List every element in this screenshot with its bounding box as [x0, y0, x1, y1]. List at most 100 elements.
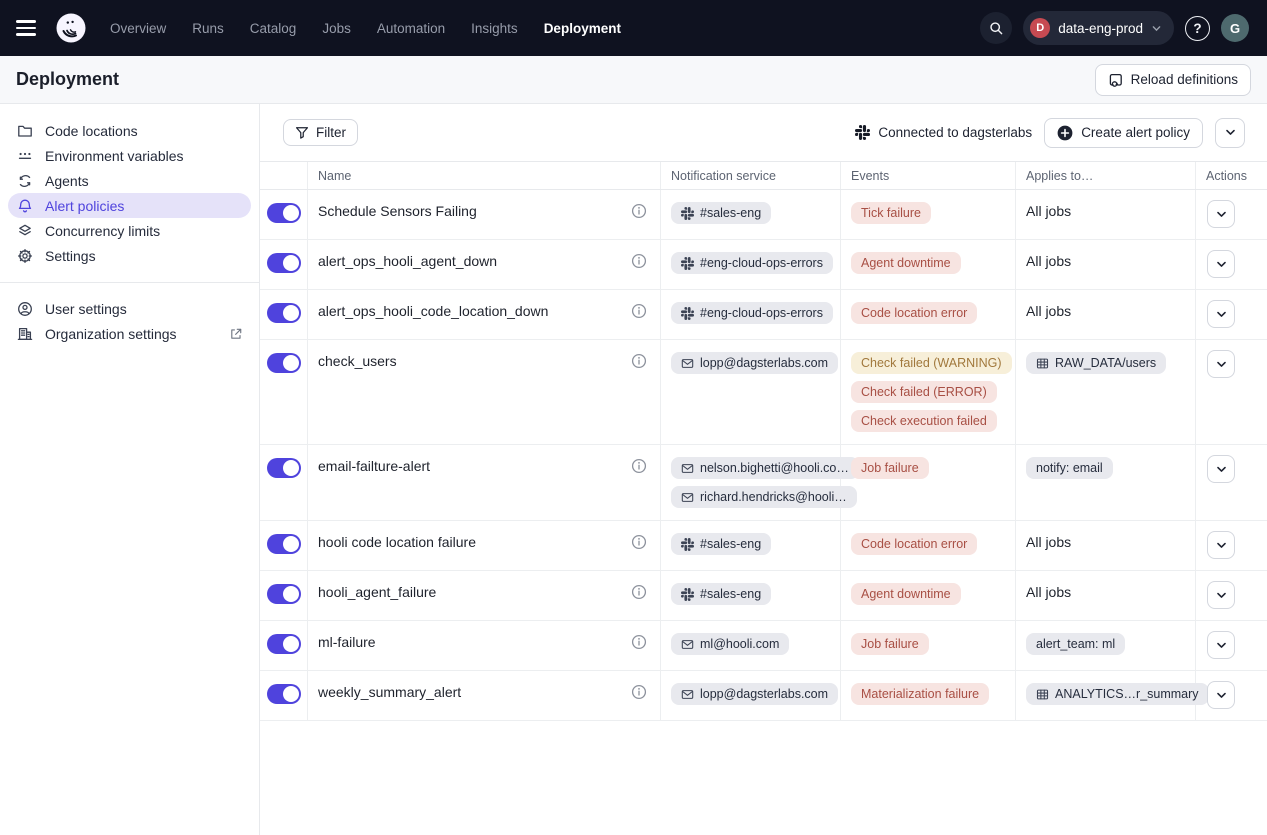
sidebar-item-organization-settings[interactable]: Organization settings [0, 321, 259, 346]
event-badge: Check execution failed [851, 410, 997, 432]
deployment-name: data-eng-prod [1058, 21, 1143, 36]
event-badge: Agent downtime [851, 252, 961, 274]
table-body: Schedule Sensors Failing#sales-engTick f… [260, 190, 1267, 721]
toggle-cell [260, 571, 308, 620]
sidebar-item-user-settings[interactable]: User settings [0, 296, 259, 321]
row-actions-button[interactable] [1207, 300, 1235, 328]
email-pill: nelson.bighetti@hooli.co… [671, 457, 859, 479]
alert-enabled-toggle[interactable] [267, 458, 301, 478]
hamburger-icon[interactable] [16, 16, 40, 40]
info-icon[interactable] [631, 584, 647, 600]
alert-enabled-toggle[interactable] [267, 684, 301, 704]
plus-circle-icon [1057, 125, 1073, 141]
event-badge: Tick failure [851, 202, 931, 224]
row-actions-button[interactable] [1207, 581, 1235, 609]
actions-cell [1196, 571, 1267, 620]
applies-to-label: alert_team: ml [1036, 637, 1115, 651]
alert-enabled-toggle[interactable] [267, 253, 301, 273]
alert-policy-name: hooli code location failure [318, 533, 476, 552]
table-row: alert_ops_hooli_code_location_down #eng-c… [260, 290, 1267, 340]
actions-cell [1196, 621, 1267, 670]
nav-item-jobs[interactable]: Jobs [322, 21, 351, 36]
info-icon[interactable] [631, 203, 647, 219]
notification-label: #sales-eng [700, 587, 761, 601]
sidebar-item-code-locations[interactable]: Code locations [0, 118, 259, 143]
sidebar-item-concurrency-limits[interactable]: Concurrency limits [0, 218, 259, 243]
table-icon [1036, 688, 1049, 701]
slack-icon [681, 538, 694, 551]
avatar[interactable]: G [1221, 14, 1249, 42]
chevron-down-icon [1151, 23, 1162, 34]
alert-policy-name: alert_ops_hooli_code_location_down [318, 302, 548, 321]
row-actions-button[interactable] [1207, 200, 1235, 228]
info-icon[interactable] [631, 634, 647, 650]
info-icon[interactable] [631, 458, 647, 474]
reload-definitions-label: Reload definitions [1131, 72, 1238, 87]
create-alert-policy-label: Create alert policy [1081, 125, 1190, 140]
event-badge: Check failed (WARNING) [851, 352, 1012, 374]
name-cell: alert_ops_hooli_code_location_down [308, 290, 661, 339]
slack-channel-pill: #eng-cloud-ops-errors [671, 302, 833, 324]
row-actions-button[interactable] [1207, 681, 1235, 709]
alert-enabled-toggle[interactable] [267, 303, 301, 323]
applies-to-cell: All jobs [1016, 521, 1196, 570]
nav-item-deployment[interactable]: Deployment [544, 21, 621, 36]
row-actions-button[interactable] [1207, 531, 1235, 559]
sidebar-item-environment-variables[interactable]: Environment variables [0, 143, 259, 168]
chevron-down-icon [1225, 127, 1236, 138]
search-icon[interactable] [980, 12, 1012, 44]
chevron-down-icon [1216, 464, 1227, 475]
applies-to-cell: All jobs [1016, 190, 1196, 239]
table-row: Schedule Sensors Failing#sales-engTick f… [260, 190, 1267, 240]
sidebar-item-agents[interactable]: Agents [0, 168, 259, 193]
alert-policy-name: email-failture-alert [318, 457, 430, 476]
more-options-button[interactable] [1215, 118, 1245, 148]
table-header: NameNotification serviceEventsApplies to… [260, 161, 1267, 190]
slack-channel-pill: #sales-eng [671, 202, 771, 224]
deployment-switcher[interactable]: D data-eng-prod [1023, 11, 1174, 45]
info-icon[interactable] [631, 353, 647, 369]
filter-button[interactable]: Filter [283, 119, 358, 146]
info-icon[interactable] [631, 253, 647, 269]
table-row: alert_ops_hooli_agent_down#eng-cloud-ops… [260, 240, 1267, 290]
reload-icon [1108, 72, 1124, 88]
info-icon[interactable] [631, 303, 647, 319]
table-row: ml-failureml@hooli.comJob failurealert_t… [260, 621, 1267, 671]
nav-item-insights[interactable]: Insights [471, 21, 518, 36]
alert-enabled-toggle[interactable] [267, 634, 301, 654]
reload-definitions-button[interactable]: Reload definitions [1095, 64, 1251, 96]
help-icon[interactable]: ? [1185, 16, 1210, 41]
nav-item-overview[interactable]: Overview [110, 21, 166, 36]
email-pill: ml@hooli.com [671, 633, 789, 655]
nav-item-catalog[interactable]: Catalog [250, 21, 297, 36]
event-badge: Materialization failure [851, 683, 989, 705]
alert-enabled-toggle[interactable] [267, 203, 301, 223]
row-actions-button[interactable] [1207, 250, 1235, 278]
connected-label: Connected to dagsterlabs [878, 125, 1032, 140]
nav-item-runs[interactable]: Runs [192, 21, 224, 36]
column-header-toggle [260, 162, 308, 189]
sidebar-item-alert-policies[interactable]: Alert policies [8, 193, 251, 218]
nav-item-automation[interactable]: Automation [377, 21, 445, 36]
asset-pill[interactable]: RAW_DATA/users [1026, 352, 1166, 374]
row-actions-button[interactable] [1207, 455, 1235, 483]
row-actions-button[interactable] [1207, 350, 1235, 378]
dagster-logo[interactable] [53, 10, 89, 46]
alert-enabled-toggle[interactable] [267, 534, 301, 554]
events-cell: Check failed (WARNING)Check failed (ERRO… [841, 340, 1016, 444]
sidebar-item-label: Concurrency limits [45, 223, 160, 239]
notification-label: #sales-eng [700, 537, 761, 551]
toggle-cell [260, 190, 308, 239]
alert-enabled-toggle[interactable] [267, 584, 301, 604]
create-alert-policy-button[interactable]: Create alert policy [1044, 118, 1203, 148]
info-icon[interactable] [631, 684, 647, 700]
sidebar-item-settings[interactable]: Settings [0, 243, 259, 268]
row-actions-button[interactable] [1207, 631, 1235, 659]
alert-enabled-toggle[interactable] [267, 353, 301, 373]
notification-label: lopp@dagsterlabs.com [700, 687, 828, 701]
asset-pill[interactable]: ANALYTICS…r_summary [1026, 683, 1209, 705]
chevron-down-icon [1216, 359, 1227, 370]
info-icon[interactable] [631, 534, 647, 550]
slack-channel-pill: #sales-eng [671, 583, 771, 605]
name-cell: alert_ops_hooli_agent_down [308, 240, 661, 289]
